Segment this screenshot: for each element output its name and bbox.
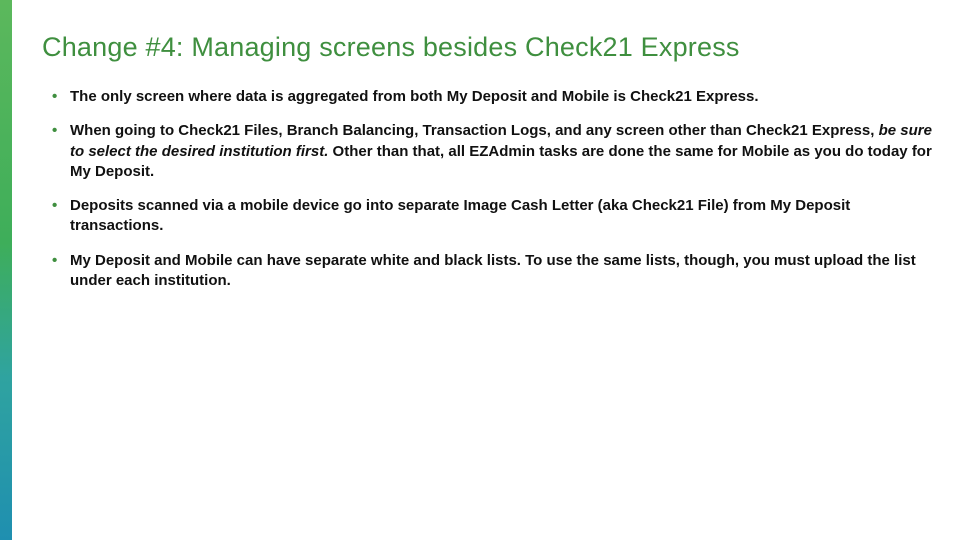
bullet-item: My Deposit and Mobile can have separate … xyxy=(42,251,936,292)
slide-content: Change #4: Managing screens besides Chec… xyxy=(42,32,936,305)
bullet-text: Deposits scanned via a mobile device go … xyxy=(70,197,850,234)
accent-bar xyxy=(0,0,12,540)
bullet-text-pre: When going to Check21 Files, Branch Bala… xyxy=(70,122,879,139)
bullet-item: The only screen where data is aggregated… xyxy=(42,87,936,107)
bullet-text: My Deposit and Mobile can have separate … xyxy=(70,252,916,289)
bullet-item: Deposits scanned via a mobile device go … xyxy=(42,196,936,237)
bullet-item: When going to Check21 Files, Branch Bala… xyxy=(42,121,936,182)
bullet-list: The only screen where data is aggregated… xyxy=(42,87,936,291)
slide-title: Change #4: Managing screens besides Chec… xyxy=(42,32,936,63)
bullet-text: The only screen where data is aggregated… xyxy=(70,88,759,105)
